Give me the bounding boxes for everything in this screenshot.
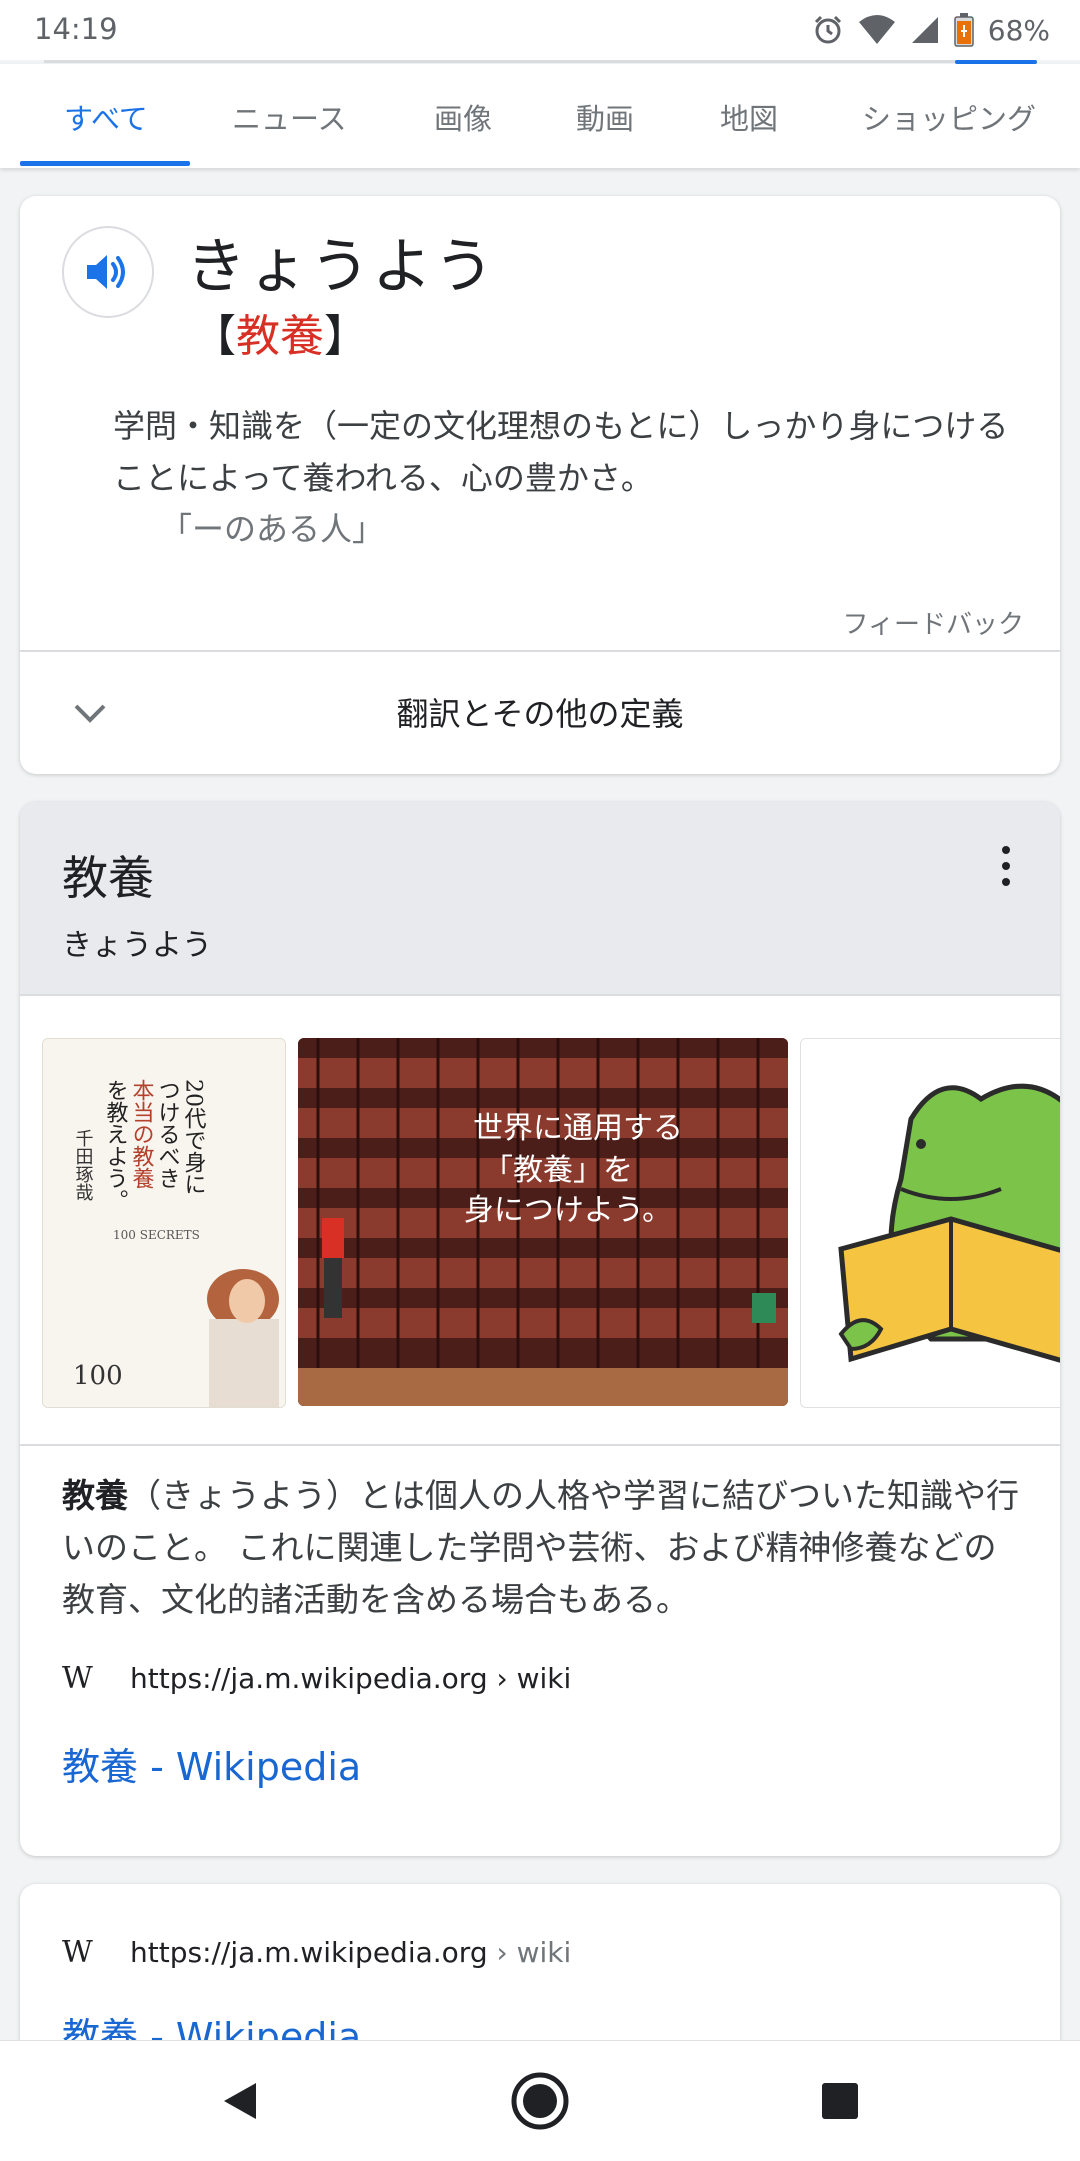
knowledge-title: 教養 xyxy=(62,851,154,905)
recents-icon xyxy=(822,2083,858,2119)
bracket-open: 【 xyxy=(192,311,236,362)
wikipedia-icon: W xyxy=(62,1934,93,1970)
tab-videos[interactable]: 動画 xyxy=(576,96,634,138)
wifi-icon xyxy=(858,15,895,44)
divider xyxy=(20,994,1060,996)
back-button[interactable] xyxy=(210,2071,270,2131)
svg-text:身につけよう。: 身につけよう。 xyxy=(464,1193,672,1228)
more-definitions-label: 翻訳とその他の定義 xyxy=(396,695,684,733)
home-icon xyxy=(511,2072,569,2130)
svg-text:100 SECRETS: 100 SECRETS xyxy=(113,1228,200,1242)
status-time: 14:19 xyxy=(34,12,118,46)
battery-percent: 68% xyxy=(987,13,1050,47)
result-path: › wiki xyxy=(487,1935,572,1969)
svg-text:100: 100 xyxy=(73,1361,123,1391)
search-tabs: すべて ニュース 画像 動画 地図 ショッピング xyxy=(0,64,1080,168)
active-tab-indicator xyxy=(20,161,190,166)
result-url: https://ja.m.wikipedia.org › wiki xyxy=(130,1936,571,1969)
dictionary-card: きょうよう 【教養】 学問・知識を（一定の文化理想のもとに）しっかり身につけるこ… xyxy=(20,196,1060,774)
tab-shopping[interactable]: ショッピング xyxy=(862,96,1036,138)
pronunciation-button[interactable] xyxy=(62,226,154,318)
library-shelves-image[interactable]: 世界に通用する 「教養」を 身につけよう。 xyxy=(298,1038,788,1406)
word-kanji-line: 【教養】 xyxy=(192,300,368,364)
description-text: （きょうよう）とは個人の人格や学習に結びついた知識や行いのこと。 これに関連した… xyxy=(62,1476,1019,1619)
more-options-icon[interactable] xyxy=(1002,846,1014,894)
divider xyxy=(20,1444,1060,1446)
svg-text:本当の教養: 本当の教養 xyxy=(129,1079,155,1189)
result-source-row: W https://ja.m.wikipedia.org › wiki xyxy=(62,1932,571,1972)
knowledge-subtitle: きょうよう xyxy=(62,928,212,963)
navigation-bar xyxy=(0,2040,1080,2161)
feedback-link[interactable]: フィードバック xyxy=(843,604,1024,641)
home-button[interactable] xyxy=(510,2071,570,2131)
tab-images[interactable]: 画像 xyxy=(434,96,492,138)
source-url: https://ja.m.wikipedia.org › wiki xyxy=(130,1661,572,1695)
image-carousel[interactable]: 20代で身に つけるべき 本当の教養 を教えよう。 千田琢哉 100 SECRE… xyxy=(20,1038,1060,1408)
search-box-edge xyxy=(44,60,1034,63)
status-bar: 14:19 68% xyxy=(0,0,1080,60)
tab-maps[interactable]: 地図 xyxy=(720,96,778,138)
bracket-close: 】 xyxy=(324,311,368,362)
signal-icon xyxy=(911,17,938,43)
svg-text:つけるべき: つけるべき xyxy=(155,1079,180,1189)
status-icons: 68% xyxy=(812,10,1050,50)
svg-text:を教えよう。: を教えよう。 xyxy=(103,1079,129,1211)
back-icon xyxy=(224,2083,256,2119)
knowledge-panel-header: 教養 きょうよう xyxy=(20,802,1060,994)
example-usage: 「ーのある人」 xyxy=(160,510,385,548)
more-definitions-toggle[interactable]: 翻訳とその他の定義 xyxy=(20,652,1060,774)
wikipedia-link[interactable]: 教養 - Wikipedia xyxy=(62,1736,361,1791)
speaker-icon xyxy=(87,255,125,289)
svg-text:「教養」を: 「教養」を xyxy=(483,1153,633,1188)
alarm-icon xyxy=(814,15,841,44)
definition-text: 学問・知識を（一定の文化理想のもとに）しっかり身につけることによって養われる、心… xyxy=(113,407,1009,497)
book-cover-image[interactable]: 20代で身に つけるべき 本当の教養 を教えよう。 千田琢哉 100 SECRE… xyxy=(42,1038,286,1408)
recents-button[interactable] xyxy=(810,2071,870,2131)
word-kanji: 教養 xyxy=(236,311,324,362)
description-term: 教養 xyxy=(62,1476,128,1515)
tab-all[interactable]: すべて xyxy=(64,96,148,138)
frog-reading-image[interactable] xyxy=(800,1038,1060,1408)
battery-icon xyxy=(954,13,974,47)
result-domain: https://ja.m.wikipedia.org xyxy=(130,1935,488,1969)
svg-text:千田琢哉: 千田琢哉 xyxy=(73,1129,94,1201)
svg-text:世界に通用する: 世界に通用する xyxy=(473,1111,683,1146)
word-reading: きょうよう xyxy=(186,232,496,302)
knowledge-description: 教養（きょうよう）とは個人の人格や学習に結びついた知識や行いのこと。 これに関連… xyxy=(62,1470,1022,1626)
knowledge-panel: 教養 きょうよう 20代で身に つけるべき 本当の教養 を教えよう。 千田琢哉 … xyxy=(20,802,1060,1856)
source-row: W https://ja.m.wikipedia.org › wiki xyxy=(62,1658,571,1698)
wikipedia-icon: W xyxy=(62,1660,93,1696)
svg-text:20代で身に: 20代で身に xyxy=(181,1079,207,1195)
tab-news[interactable]: ニュース xyxy=(232,96,347,138)
